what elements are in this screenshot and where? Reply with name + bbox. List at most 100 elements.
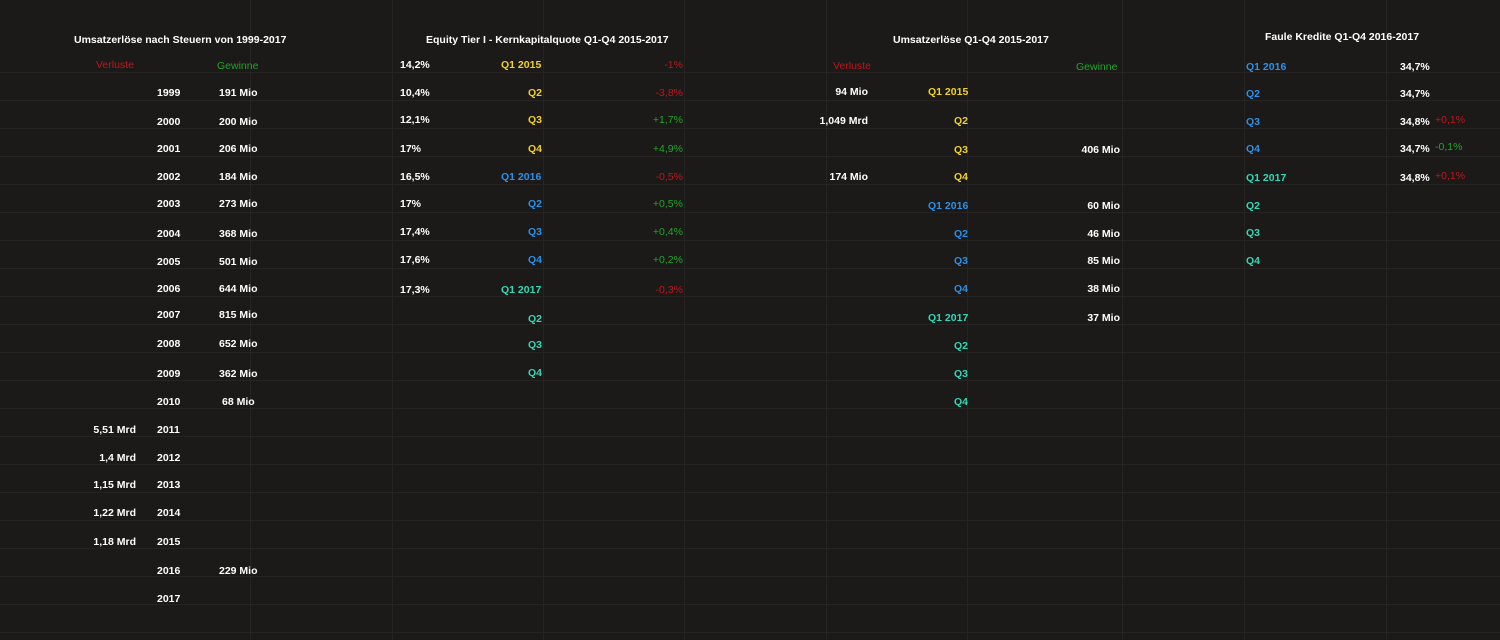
equity-tier-value: 17% bbox=[400, 143, 421, 156]
bad-loans-quarter: Q3 bbox=[1246, 116, 1260, 129]
revenue-quarterly-quarter: Q4 bbox=[954, 283, 968, 296]
revenue-yearly-loss-value: 1,4 Mrd bbox=[99, 452, 136, 465]
revenue-yearly-year: 2016 bbox=[157, 565, 180, 578]
bad-loans-quarter: Q2 bbox=[1246, 88, 1260, 101]
grid-hline bbox=[0, 604, 1500, 605]
bad-loans-value: 34,7% bbox=[1400, 143, 1430, 156]
revenue-yearly-year: 2010 bbox=[157, 396, 180, 409]
equity-tier-value: 10,4% bbox=[400, 87, 430, 100]
equity-tier-quarter: Q1 2016 bbox=[501, 171, 541, 184]
revenue-quarterly-quarter: Q2 bbox=[954, 115, 968, 128]
bad-loans-title: Faule Kredite Q1-Q4 2016-2017 bbox=[1265, 31, 1419, 44]
bad-loans-value: 34,7% bbox=[1400, 61, 1430, 74]
bad-loans-quarter: Q4 bbox=[1246, 143, 1260, 156]
grid-hline bbox=[0, 100, 1500, 101]
bad-loans-value: 34,8% bbox=[1400, 172, 1430, 185]
equity-tier-quarter: Q3 bbox=[528, 114, 542, 127]
revenue-quarterly-quarter: Q1 2017 bbox=[928, 312, 968, 325]
equity-tier-quarter: Q3 bbox=[528, 339, 542, 352]
revenue-quarterly-loss-header: Verluste bbox=[833, 60, 871, 73]
bad-loans-change: -0,1% bbox=[1435, 141, 1462, 154]
revenue-yearly-year: 2005 bbox=[157, 256, 180, 269]
equity-tier-quarter: Q1 2015 bbox=[501, 59, 541, 72]
equity-tier-quarter: Q1 2017 bbox=[501, 284, 541, 297]
equity-tier-quarter: Q2 bbox=[528, 313, 542, 326]
revenue-quarterly-title: Umsatzerlöse Q1-Q4 2015-2017 bbox=[893, 34, 1049, 47]
equity-tier-value: 14,2% bbox=[400, 59, 430, 72]
revenue-yearly-year: 2003 bbox=[157, 198, 180, 211]
grid-hline bbox=[0, 492, 1500, 493]
revenue-quarterly-loss-value: 94 Mio bbox=[835, 86, 868, 99]
revenue-quarterly-quarter: Q4 bbox=[954, 396, 968, 409]
revenue-quarterly-quarter: Q2 bbox=[954, 228, 968, 241]
grid-hline bbox=[0, 324, 1500, 325]
revenue-yearly-gain-value: 652 Mio bbox=[219, 338, 258, 351]
revenue-quarterly-quarter: Q1 2015 bbox=[928, 86, 968, 99]
revenue-yearly-year: 2006 bbox=[157, 283, 180, 296]
revenue-yearly-year: 2002 bbox=[157, 171, 180, 184]
equity-tier-value: 17,4% bbox=[400, 226, 430, 239]
revenue-quarterly-gain-value: 60 Mio bbox=[1087, 200, 1120, 213]
equity-tier-change: +1,7% bbox=[653, 114, 683, 127]
bad-loans-change: +0,1% bbox=[1435, 170, 1465, 183]
grid-hline bbox=[0, 520, 1500, 521]
revenue-yearly-year: 2017 bbox=[157, 593, 180, 606]
equity-tier-value: 12,1% bbox=[400, 114, 430, 127]
revenue-yearly-gain-value: 368 Mio bbox=[219, 228, 258, 241]
grid-hline bbox=[0, 296, 1500, 297]
equity-tier-value: 17,3% bbox=[400, 284, 430, 297]
revenue-quarterly-gain-value: 406 Mio bbox=[1081, 144, 1120, 157]
equity-tier-change: -1% bbox=[664, 59, 683, 72]
grid-vline bbox=[826, 0, 827, 640]
grid-vline bbox=[1122, 0, 1123, 640]
revenue-quarterly-quarter: Q3 bbox=[954, 368, 968, 381]
revenue-yearly-title: Umsatzerlöse nach Steuern von 1999-2017 bbox=[74, 34, 286, 47]
revenue-quarterly-quarter: Q2 bbox=[954, 340, 968, 353]
revenue-quarterly-loss-value: 174 Mio bbox=[829, 171, 868, 184]
equity-tier-quarter: Q2 bbox=[528, 198, 542, 211]
bad-loans-change: +0,1% bbox=[1435, 114, 1465, 127]
grid-hline bbox=[0, 548, 1500, 549]
revenue-yearly-gain-value: 501 Mio bbox=[219, 256, 258, 269]
equity-tier-quarter: Q2 bbox=[528, 87, 542, 100]
revenue-quarterly-quarter: Q3 bbox=[954, 255, 968, 268]
revenue-yearly-loss-value: 1,15 Mrd bbox=[93, 479, 136, 492]
grid-hline bbox=[0, 632, 1500, 633]
revenue-yearly-year: 2011 bbox=[157, 424, 180, 437]
revenue-yearly-gain-value: 644 Mio bbox=[219, 283, 258, 296]
revenue-yearly-gain-value: 184 Mio bbox=[219, 171, 258, 184]
equity-tier-change: -0,3% bbox=[656, 284, 683, 297]
equity-tier-change: -0,5% bbox=[656, 171, 683, 184]
revenue-yearly-year: 2001 bbox=[157, 143, 180, 156]
revenue-quarterly-gain-header: Gewinne bbox=[1076, 61, 1117, 74]
equity-tier-change: +4,9% bbox=[653, 143, 683, 156]
revenue-yearly-loss-value: 1,22 Mrd bbox=[93, 507, 136, 520]
equity-tier-value: 16,5% bbox=[400, 171, 430, 184]
revenue-quarterly-quarter: Q1 2016 bbox=[928, 200, 968, 213]
bad-loans-value: 34,8% bbox=[1400, 116, 1430, 129]
revenue-quarterly-gain-value: 46 Mio bbox=[1087, 228, 1120, 241]
revenue-yearly-gain-value: 191 Mio bbox=[219, 87, 258, 100]
bad-loans-quarter: Q3 bbox=[1246, 227, 1260, 240]
equity-tier-change: -3,8% bbox=[656, 87, 683, 100]
grid-vline bbox=[543, 0, 544, 640]
grid-hline bbox=[0, 156, 1500, 157]
revenue-yearly-gain-value: 362 Mio bbox=[219, 368, 258, 381]
bad-loans-value: 34,7% bbox=[1400, 88, 1430, 101]
equity-tier-quarter: Q3 bbox=[528, 226, 542, 239]
equity-tier-quarter: Q4 bbox=[528, 367, 542, 380]
revenue-yearly-gain-value: 200 Mio bbox=[219, 116, 258, 129]
revenue-yearly-gain-header: Gewinne bbox=[217, 60, 258, 73]
grid-hline bbox=[0, 352, 1500, 353]
grid-vline bbox=[392, 0, 393, 640]
grid-hline bbox=[0, 464, 1500, 465]
revenue-quarterly-gain-value: 38 Mio bbox=[1087, 283, 1120, 296]
equity-tier-quarter: Q4 bbox=[528, 143, 542, 156]
revenue-yearly-loss-value: 1,18 Mrd bbox=[93, 536, 136, 549]
equity-tier-value: 17% bbox=[400, 198, 421, 211]
revenue-yearly-gain-value: 68 Mio bbox=[222, 396, 255, 409]
revenue-quarterly-quarter: Q3 bbox=[954, 144, 968, 157]
revenue-yearly-year: 2015 bbox=[157, 536, 180, 549]
revenue-quarterly-gain-value: 37 Mio bbox=[1087, 312, 1120, 325]
revenue-yearly-gain-value: 815 Mio bbox=[219, 309, 258, 322]
